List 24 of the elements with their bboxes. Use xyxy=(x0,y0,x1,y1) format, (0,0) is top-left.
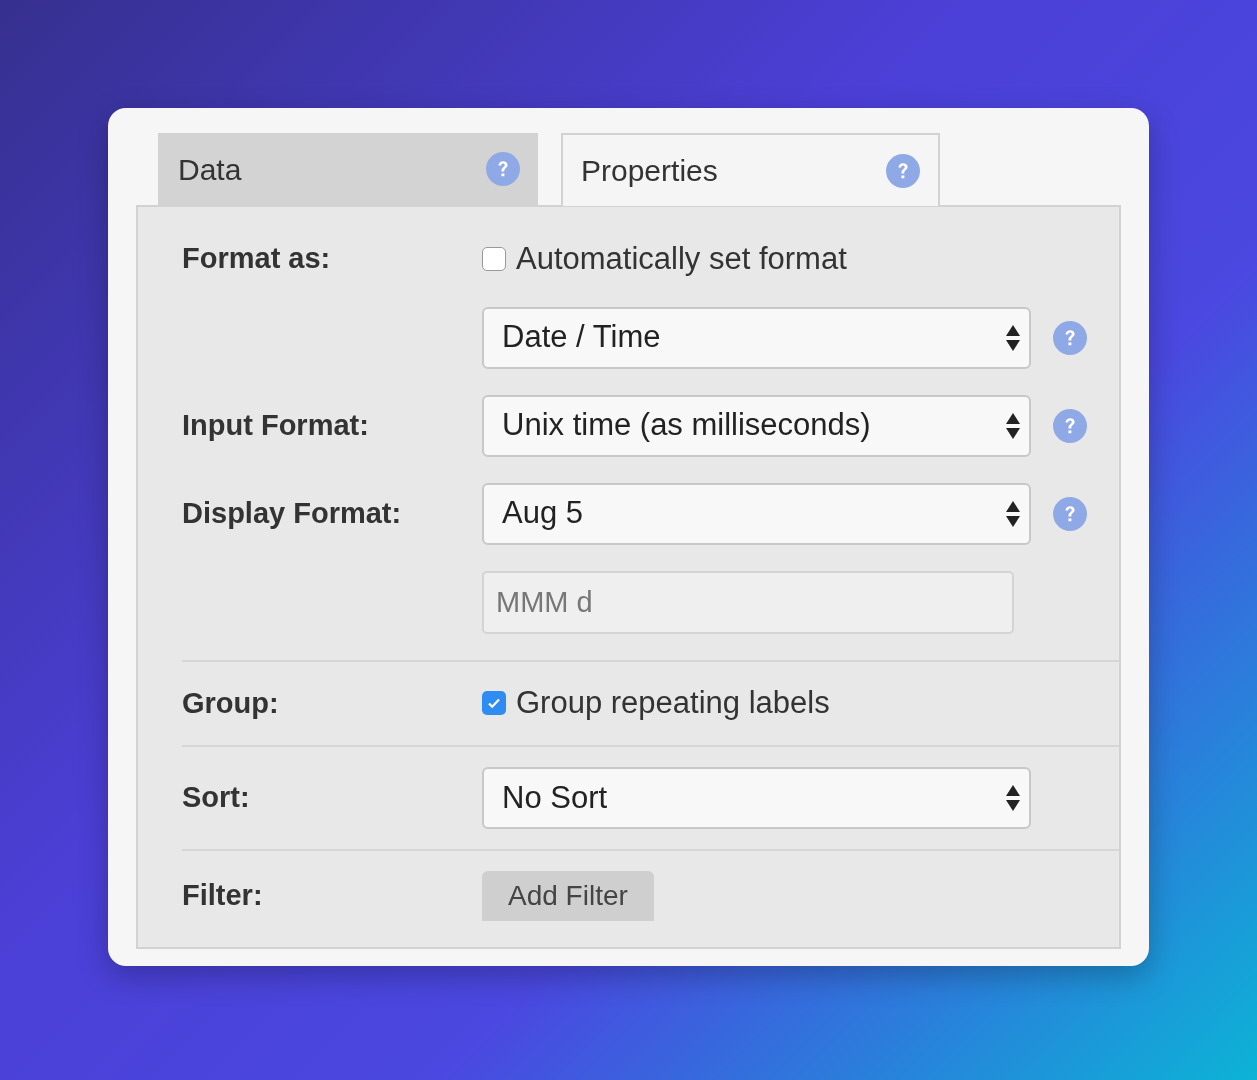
field-label: Sort: xyxy=(182,781,250,814)
checkbox[interactable] xyxy=(482,691,506,716)
checkbox-label[interactable]: Group repeating labels xyxy=(516,680,830,727)
field-label: Filter: xyxy=(182,879,263,912)
field-label: Group: xyxy=(182,686,279,719)
help-icon[interactable] xyxy=(1053,320,1087,355)
format-input-field[interactable]: MMM d xyxy=(482,570,1014,634)
help-icon[interactable] xyxy=(1053,496,1087,531)
field-label: Format as: xyxy=(182,242,331,274)
checkbox-label[interactable]: Automatically set format xyxy=(516,235,847,282)
dropdown[interactable]: Aug 5 xyxy=(482,482,1031,545)
help-icon[interactable] xyxy=(1053,408,1087,443)
help-icon[interactable] xyxy=(886,153,920,188)
tab[interactable]: Properties xyxy=(561,133,940,206)
dropdown[interactable]: No Sort xyxy=(482,767,1031,829)
field-label: Input Format: xyxy=(182,408,369,441)
add-filter-button[interactable]: Add Filter xyxy=(482,871,654,921)
dropdown[interactable]: Date / Time xyxy=(482,306,1031,369)
help-icon[interactable] xyxy=(486,152,520,186)
checkbox[interactable] xyxy=(482,246,506,271)
dropdown[interactable]: Unix time (as milliseconds) xyxy=(482,394,1031,457)
field-label: Display Format: xyxy=(182,496,402,529)
sort-arrows-icon xyxy=(1005,783,1021,813)
tab[interactable]: Data xyxy=(158,133,538,205)
